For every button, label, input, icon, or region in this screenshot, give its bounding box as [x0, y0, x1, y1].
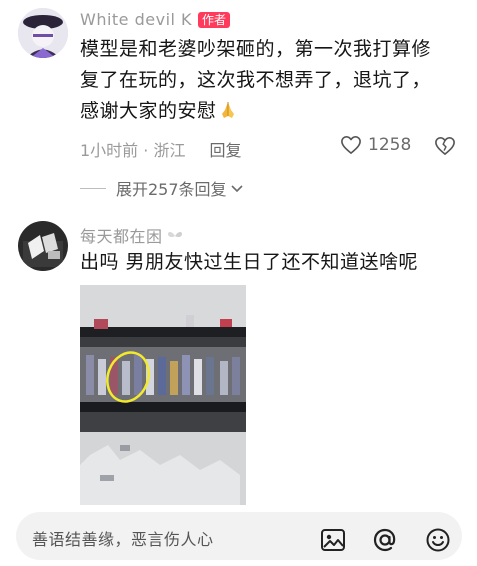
- comment-input-placeholder: 善语结善缘，恶言伤人心: [32, 530, 214, 549]
- username[interactable]: White devil K: [80, 10, 192, 29]
- author-avatar[interactable]: [18, 8, 68, 58]
- heart-icon: [341, 136, 361, 154]
- image-icon[interactable]: [320, 527, 346, 553]
- comment-text: 出吗 男朋友快过生日了还不知道送啥呢: [80, 251, 419, 273]
- comment-item: 每天都在困 出吗 男朋友快过生日了还不知道送啥呢: [0, 205, 477, 505]
- like-count: 1258: [368, 135, 412, 155]
- dislike-button[interactable]: [434, 136, 456, 160]
- emoji-icon[interactable]: [425, 527, 451, 553]
- comment-text-line: 感谢大家的安慰: [80, 96, 460, 127]
- broken-heart-icon: [435, 137, 455, 155]
- wings-icon: [167, 228, 183, 242]
- comment-text: 模型是和老婆吵架砸的，第一次我打算修 复了在玩的，这次我不想弄了，退坑了， 感谢…: [80, 34, 460, 127]
- divider-line: [80, 187, 106, 189]
- time-location: 1小时前 · 浙江: [80, 141, 186, 160]
- chevron-down-icon: [230, 185, 243, 193]
- comment-text-line-content: 感谢大家的安慰: [80, 100, 217, 122]
- author-badge: 作者: [198, 11, 231, 28]
- author-name-row: White devil K 作者: [80, 10, 231, 29]
- expand-replies-label: 展开257条回复: [116, 180, 227, 199]
- user-name-row: 每天都在困: [80, 223, 183, 247]
- pray-hands-icon: [218, 99, 238, 119]
- comment-input-bar: 善语结善缘，恶言伤人心: [0, 506, 477, 566]
- comment-image[interactable]: [80, 285, 246, 505]
- like-button[interactable]: 1258: [340, 135, 411, 155]
- comment-meta: 1小时前 · 浙江 回复: [80, 137, 241, 161]
- user-avatar[interactable]: [18, 221, 68, 271]
- comment-text-line: 模型是和老婆吵架砸的，第一次我打算修: [80, 38, 432, 60]
- username[interactable]: 每天都在困: [80, 223, 163, 247]
- comment-item-author: White devil K 作者 模型是和老婆吵架砸的，第一次我打算修 复了在玩…: [0, 0, 477, 205]
- reply-button[interactable]: 回复: [209, 137, 241, 161]
- at-icon[interactable]: [372, 527, 398, 553]
- expand-replies[interactable]: 展开257条回复: [80, 176, 244, 200]
- comment-text-line: 复了在玩的，这次我不想弄了，退坑了，: [80, 69, 432, 91]
